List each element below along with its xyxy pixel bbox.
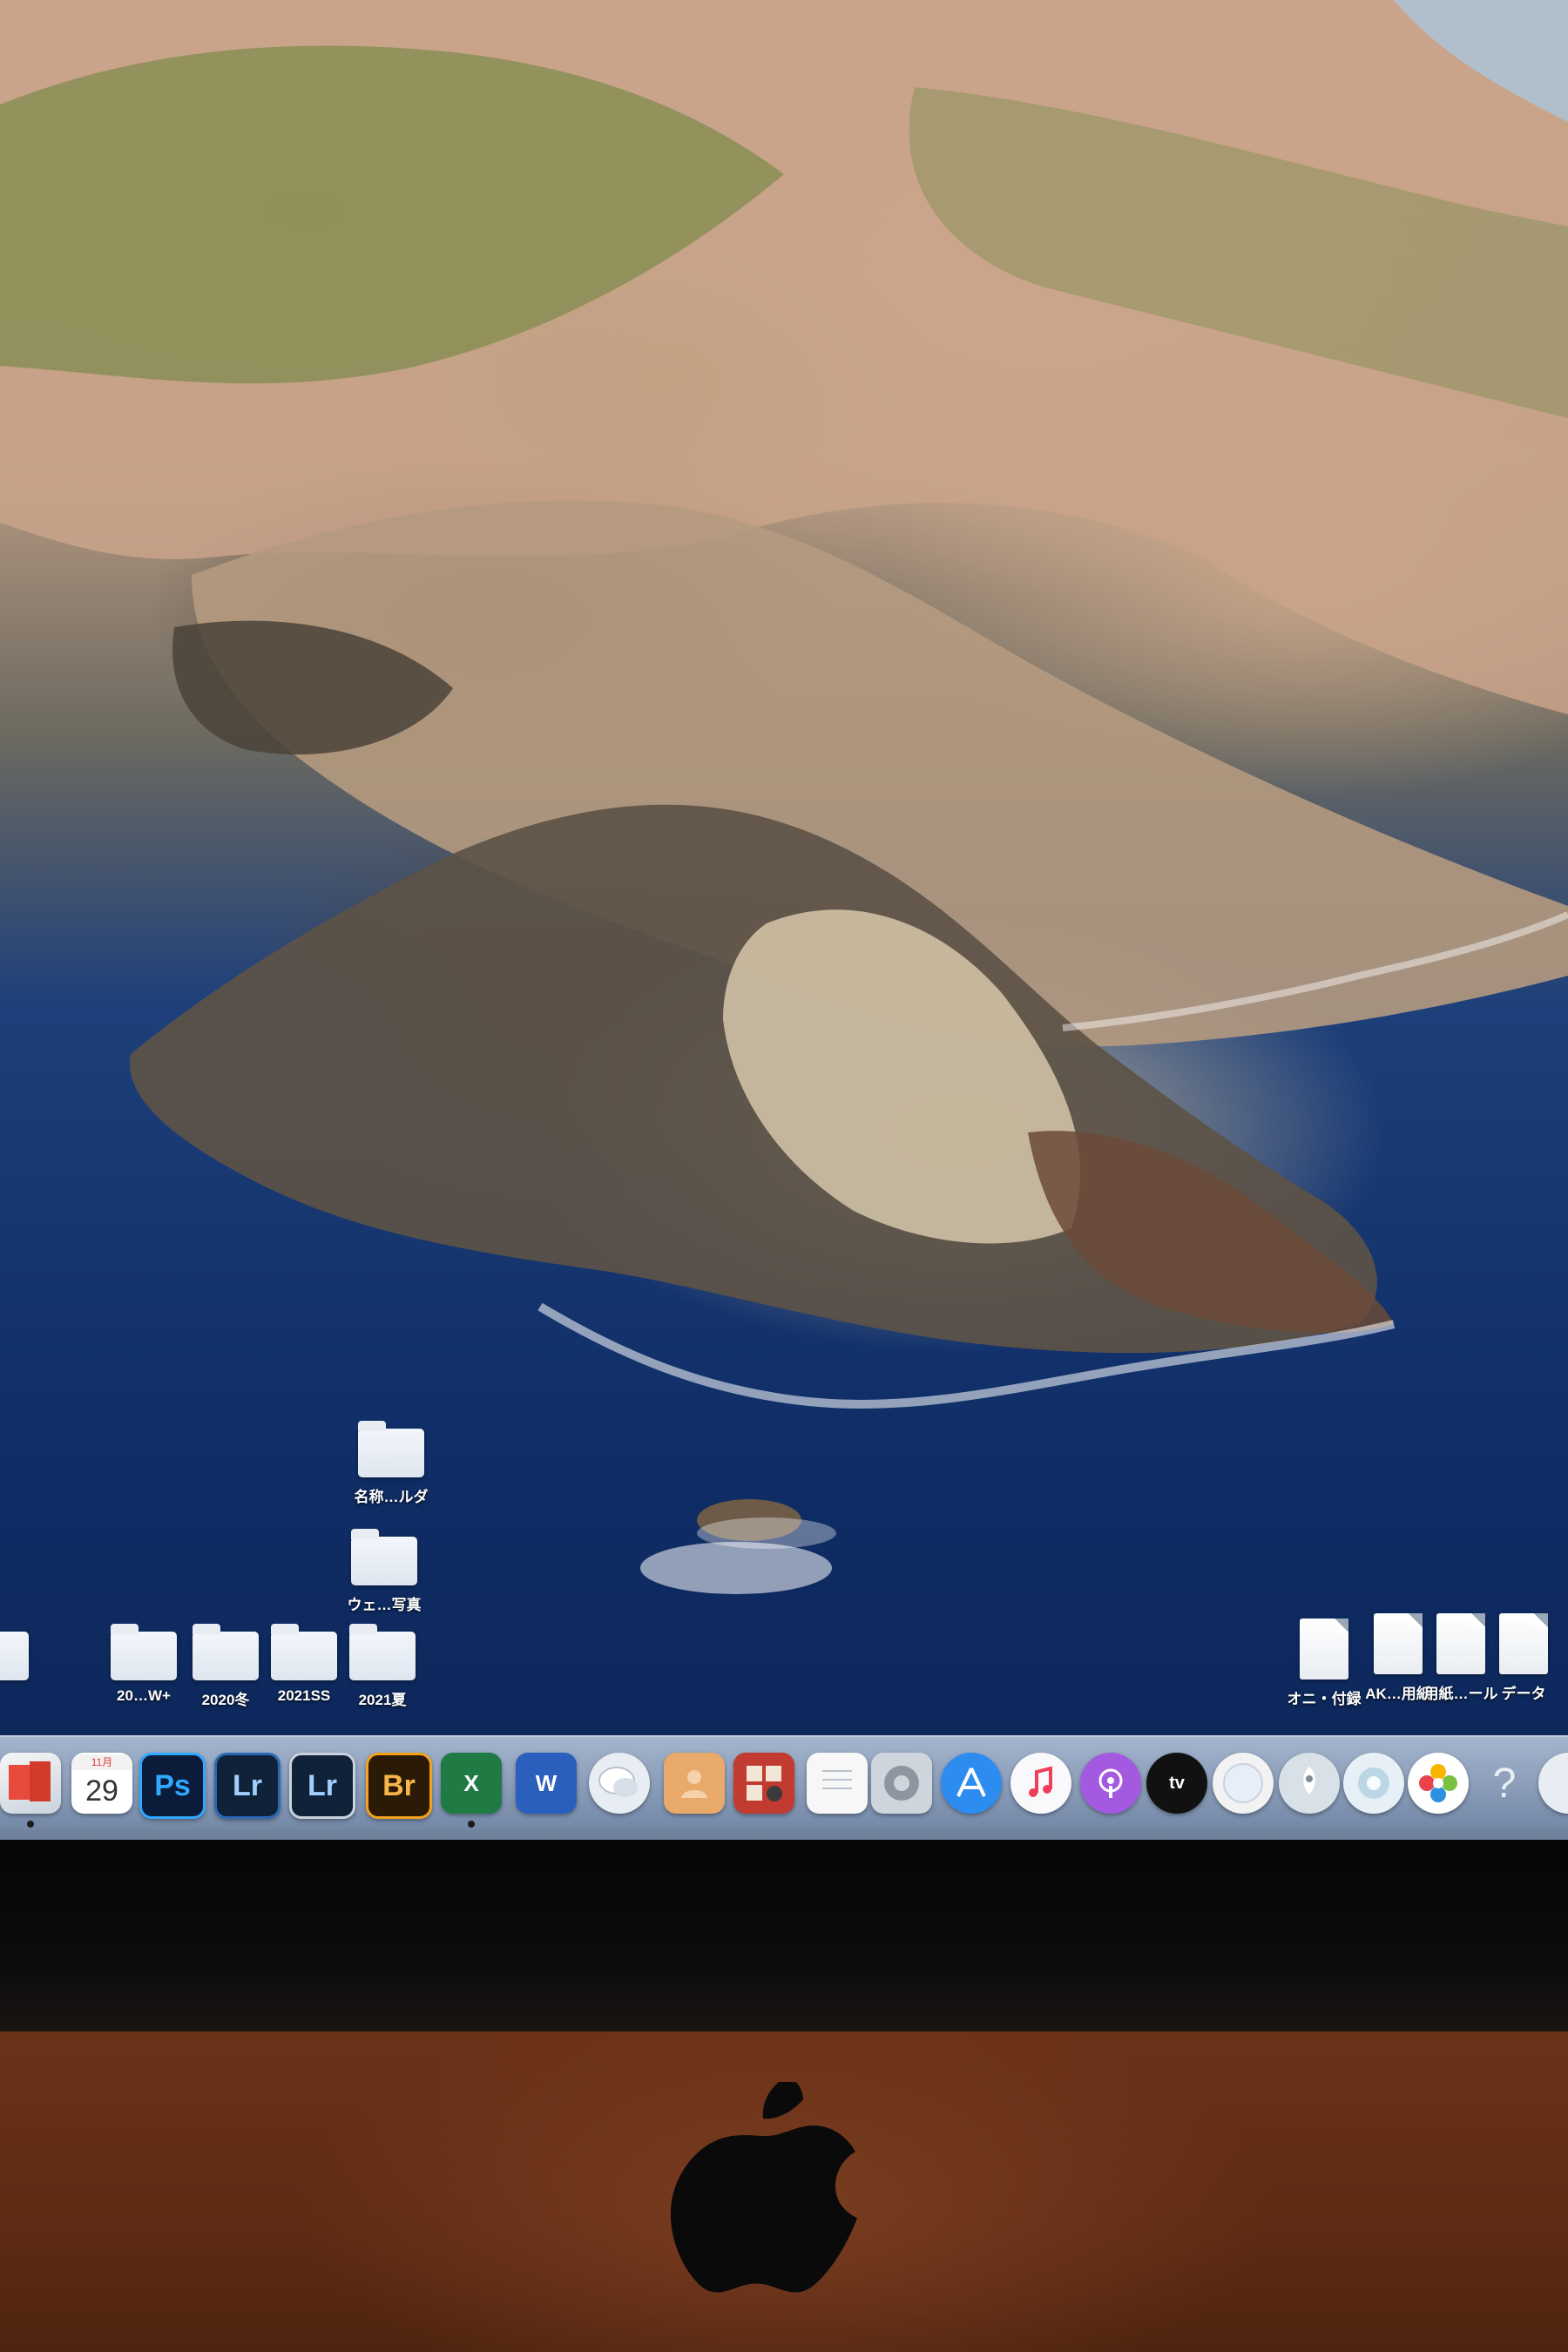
contact-person-icon: [681, 1770, 707, 1798]
monitor-bezel: [0, 1840, 1568, 2031]
dock-bridge[interactable]: Br: [366, 1753, 432, 1819]
podcast-icon: [1098, 1768, 1123, 1798]
running-indicator: [27, 1821, 34, 1828]
word-icon: W: [535, 1769, 558, 1796]
compass-icon: [1223, 1763, 1263, 1803]
lightroom-icon: Lr: [233, 1768, 262, 1802]
dock-podcasts[interactable]: [1080, 1753, 1141, 1814]
dock-lightroom[interactable]: Lr: [214, 1753, 280, 1819]
dock-excel[interactable]: X: [441, 1753, 502, 1814]
folder-icon: [111, 1624, 177, 1680]
folder-icon: [193, 1624, 259, 1680]
dock-photos[interactable]: [1408, 1753, 1469, 1814]
desktop-screen: 名称…ルダ ウェ…写真 20…W+ 2020冬 2021SS 2021夏 オニ・…: [0, 0, 1568, 1829]
lightroom-classic-icon: Lr: [308, 1768, 337, 1802]
dock: 11月 29 Ps Lr Lr Br X W tv ?: [0, 1735, 1568, 1842]
dock-textedit[interactable]: [807, 1753, 868, 1814]
dock-safari[interactable]: [1213, 1753, 1274, 1814]
dock-word[interactable]: W: [516, 1753, 577, 1814]
folder-icon: [358, 1421, 424, 1477]
dock-messages[interactable]: [589, 1753, 650, 1814]
dock-photo-booth[interactable]: [733, 1753, 794, 1814]
folder-label: 名称…ルダ: [354, 1489, 429, 1505]
desktop-folder[interactable]: 名称…ルダ: [343, 1421, 439, 1506]
dock-music[interactable]: [1010, 1753, 1071, 1814]
app-store-a-icon: [956, 1767, 986, 1797]
running-indicator: [468, 1821, 475, 1828]
folder-icon: [349, 1624, 416, 1680]
wallpaper-catalina-image: [0, 0, 1568, 1594]
dock-lightroom-classic[interactable]: Lr: [289, 1753, 355, 1819]
photo-booth-icon: [747, 1766, 782, 1801]
photos-flower-icon: [1419, 1764, 1457, 1802]
bridge-icon: Br: [382, 1768, 416, 1802]
speech-bubble-icon: [598, 1767, 638, 1797]
folder-icon: [0, 1632, 29, 1680]
dock-photoshop[interactable]: Ps: [139, 1753, 206, 1819]
folder-label: 2021夏: [358, 1692, 407, 1708]
dock-help[interactable]: ?: [1474, 1753, 1535, 1814]
desktop-folder-partial[interactable]: [0, 1632, 44, 1680]
preview-icon: [9, 1761, 51, 1801]
music-note-icon: [1029, 1766, 1052, 1797]
folder-icon: [271, 1624, 337, 1680]
dock-system-preferences[interactable]: [871, 1753, 932, 1814]
document-lines-icon: [822, 1770, 852, 1789]
dock-apple-tv[interactable]: tv: [1146, 1753, 1207, 1814]
calendar-month: 11月: [71, 1754, 132, 1770]
document-icon: [1499, 1613, 1548, 1674]
dock-item-partial[interactable]: [1538, 1753, 1568, 1814]
dock-calendar[interactable]: 11月 29: [71, 1753, 132, 1814]
calendar-day: 29: [85, 1774, 118, 1808]
file-label: データ: [1501, 1686, 1546, 1702]
apple-logo-icon: [671, 2082, 857, 2293]
gear-icon: [884, 1766, 919, 1801]
desktop-folder[interactable]: ウェ…写真: [336, 1529, 432, 1614]
rocket-icon: [1303, 1767, 1315, 1794]
dock-launchpad[interactable]: [1279, 1753, 1340, 1814]
excel-icon: X: [463, 1769, 479, 1796]
dock-contacts[interactable]: [664, 1753, 725, 1814]
apple-tv-icon: tv: [1169, 1773, 1185, 1793]
folder-icon: [351, 1529, 417, 1585]
dock-app-store[interactable]: [941, 1753, 1002, 1814]
desktop-folder[interactable]: 2021夏: [335, 1624, 430, 1709]
question-mark-icon: ?: [1492, 1760, 1517, 1807]
desktop-file[interactable]: データ: [1476, 1613, 1568, 1703]
photoshop-icon: Ps: [154, 1768, 191, 1802]
document-icon: [1300, 1619, 1348, 1680]
folder-label: ウェ…写真: [347, 1597, 422, 1613]
dock-preview[interactable]: [0, 1753, 61, 1814]
dock-finder-migration[interactable]: [1343, 1753, 1404, 1814]
utility-icon: [1358, 1767, 1389, 1799]
